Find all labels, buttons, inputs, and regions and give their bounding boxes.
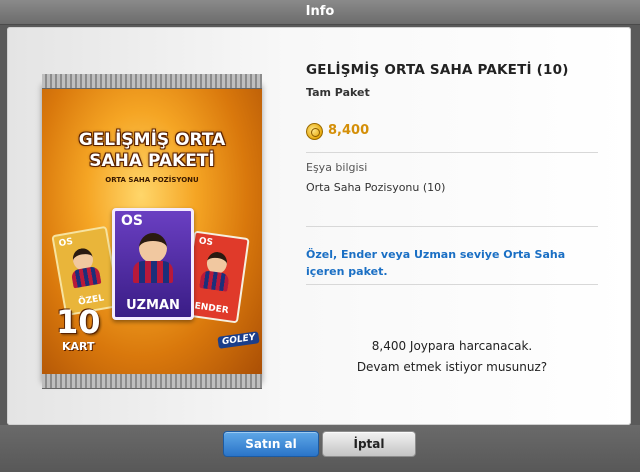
window-title: Info [305, 4, 335, 19]
card-left-position: OS [58, 236, 74, 250]
card-center-position: OS [121, 213, 143, 229]
card-count: 10 [56, 303, 101, 341]
product-subtitle: Tam Paket [306, 86, 370, 99]
player-shirt-icon [70, 265, 102, 289]
pack-top-crimp [42, 74, 262, 88]
item-info-label: Eşya bilgisi [306, 161, 368, 174]
pack-bottom-crimp [42, 374, 262, 388]
product-description: Özel, Ender veya Uzman seviye Orta Saha … [306, 248, 566, 278]
pack-subtitle: ORTA SAHA POZİSYONU [105, 176, 199, 184]
card-right-position: OS [198, 236, 214, 249]
item-info-value: Orta Saha Pozisyonu (10) [306, 181, 446, 194]
cancel-button[interactable]: İptal [322, 431, 416, 457]
footer-bar [0, 425, 640, 472]
player-card-center: OS UZMAN [112, 208, 194, 320]
divider [306, 152, 598, 153]
player-shirt-icon [199, 269, 230, 292]
product-title: GELİŞMİŞ ORTA SAHA PAKETİ (10) [306, 62, 569, 78]
price-value: 8,400 [328, 123, 370, 138]
confirm-message: 8,400 Joypara harcanacak. Devam etmek is… [306, 336, 598, 378]
player-head-icon [139, 233, 167, 263]
pack-image: GELİŞMİŞ ORTA SAHA PAKETİ ORTA SAHA POZİ… [42, 74, 262, 388]
confirm-line-1: 8,400 Joypara harcanacak. [371, 339, 533, 353]
title-bar: Info [0, 0, 640, 25]
pack-title: GELİŞMİŞ ORTA SAHA PAKETİ [78, 130, 226, 171]
card-count-label: KART [62, 340, 95, 353]
player-shirt-icon [133, 261, 173, 283]
divider [306, 284, 598, 285]
divider [306, 226, 598, 227]
confirm-line-2: Devam etmek istiyor musunuz? [356, 360, 548, 374]
buy-button[interactable]: Satın al [223, 431, 319, 457]
coin-icon [306, 123, 323, 140]
card-center-level: UZMAN [126, 298, 180, 313]
